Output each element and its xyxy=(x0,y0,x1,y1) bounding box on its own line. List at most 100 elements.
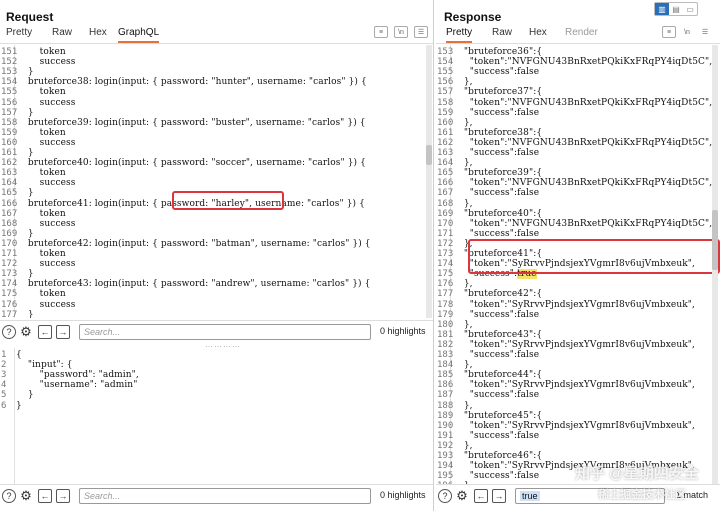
line-text: "bruteforce39":{ xyxy=(452,168,543,179)
gear-icon[interactable]: ⚙ xyxy=(19,324,33,339)
code-line: 178 "token":"SyRrvvPjndsjexYVgmrI8v6ujVm… xyxy=(436,300,712,310)
code-line: 151 token xyxy=(0,47,433,57)
line-number: 161 xyxy=(1,148,18,158)
line-number: 178 xyxy=(437,299,454,310)
split-horizontal-icon[interactable]: ▥ xyxy=(655,3,669,15)
line-number: 159 xyxy=(437,107,454,118)
back-arrow-icon[interactable]: ← xyxy=(38,325,52,339)
line-text: "success":false xyxy=(452,430,540,441)
pretty-print-icon[interactable]: ≡ xyxy=(374,26,388,38)
code-line: 172 success xyxy=(0,259,433,269)
code-line: 190 "token":"SyRrvvPjndsjexYVgmrI8v6ujVm… xyxy=(436,421,712,431)
request-panel: Request Pretty Raw Hex GraphQL ≡ \n ☰ 15… xyxy=(0,0,434,511)
menu-icon[interactable]: ☰ xyxy=(698,26,712,38)
line-text: "token":"NVFGNU43BnRxetPQkiKxFRqPY4iqDt5… xyxy=(452,178,712,189)
divider xyxy=(0,43,433,44)
line-text: "token":"NVFGNU43BnRxetPQkiKxFRqPY4iqDt5… xyxy=(452,218,712,229)
code-line: 193 "bruteforce46":{ xyxy=(436,451,712,461)
response-scrollbar[interactable] xyxy=(712,45,718,484)
tab-hex[interactable]: Hex xyxy=(529,27,547,41)
line-text: "bruteforce43":{ xyxy=(452,329,543,340)
code-line: 192 }, xyxy=(436,441,712,451)
help-icon[interactable]: ? xyxy=(2,325,16,339)
code-line: 153 } xyxy=(0,67,433,77)
line-number: 172 xyxy=(1,259,18,270)
code-line: 169 } xyxy=(0,229,433,239)
forward-arrow-icon[interactable]: → xyxy=(56,489,70,503)
line-number: 160 xyxy=(1,137,18,148)
line-number: 152 xyxy=(1,57,18,68)
code-line: 167 token xyxy=(0,209,433,219)
line-number: 164 xyxy=(437,158,454,169)
help-icon[interactable]: ? xyxy=(438,489,452,503)
line-text: "success":false xyxy=(452,228,540,239)
line-number: 173 xyxy=(437,249,454,259)
line-text: } xyxy=(16,400,22,411)
back-arrow-icon[interactable]: ← xyxy=(474,489,488,503)
line-text: }, xyxy=(452,117,473,128)
line-number: 195 xyxy=(437,471,454,482)
line-number: 179 xyxy=(437,309,454,320)
tab-pretty[interactable]: Pretty xyxy=(446,27,473,43)
query-editor[interactable]: 151 token 152 success 153 } 154 bruteforce3… xyxy=(0,45,433,318)
line-text: } xyxy=(16,269,34,280)
tab-pretty[interactable]: Pretty xyxy=(6,27,32,41)
line-text: } xyxy=(16,228,34,239)
tab-raw[interactable]: Raw xyxy=(52,27,72,41)
line-text: token xyxy=(16,47,66,57)
query-scrollbar-thumb[interactable] xyxy=(426,145,432,165)
query-footer: ? ⚙ ← → Search... 0 highlights xyxy=(0,320,433,342)
single-pane-icon[interactable]: ▭ xyxy=(683,3,697,15)
line-number: 153 xyxy=(437,47,454,57)
code-line: 158 "token":"NVFGNU43BnRxetPQkiKxFRqPY4i… xyxy=(436,98,712,108)
code-line: 162 "token":"NVFGNU43BnRxetPQkiKxFRqPY4i… xyxy=(436,138,712,148)
tab-render[interactable]: Render xyxy=(565,27,598,41)
line-number: 151 xyxy=(1,47,18,57)
line-number: 193 xyxy=(437,451,454,461)
line-number: 172 xyxy=(437,238,454,249)
split-vertical-icon[interactable]: ▤ xyxy=(669,3,683,15)
tab-graphql[interactable]: GraphQL xyxy=(118,27,160,43)
layout-toggle[interactable]: ▥ ▤ ▭ xyxy=(654,2,698,16)
line-text: "password": "admin", xyxy=(16,370,139,381)
code-line: 164 success xyxy=(0,178,433,188)
code-line: 180 }, xyxy=(436,320,712,330)
gear-icon[interactable]: ⚙ xyxy=(455,488,469,503)
back-arrow-icon[interactable]: ← xyxy=(38,489,52,503)
line-text: token xyxy=(16,87,66,98)
variables-search-input[interactable]: Search... xyxy=(79,488,371,504)
line-number: 175 xyxy=(1,289,18,300)
tab-hex[interactable]: Hex xyxy=(89,27,107,41)
code-line: 184 }, xyxy=(436,360,712,370)
line-text: bruteforce39: login(input: { password: "… xyxy=(16,117,366,128)
line-text: "bruteforce36":{ xyxy=(452,47,543,57)
variables-editor[interactable]: 1{2 "input": {3 "password": "admin", 4 "u… xyxy=(0,348,433,484)
forward-arrow-icon[interactable]: → xyxy=(56,325,70,339)
newline-toggle-icon[interactable]: \n xyxy=(394,26,408,38)
gear-icon[interactable]: ⚙ xyxy=(19,488,33,503)
forward-arrow-icon[interactable]: → xyxy=(492,489,506,503)
line-text: success xyxy=(16,137,76,148)
tab-raw[interactable]: Raw xyxy=(492,27,512,41)
pretty-print-icon[interactable]: ≡ xyxy=(662,26,676,38)
line-number: 168 xyxy=(1,218,18,229)
menu-icon[interactable]: ☰ xyxy=(414,26,428,38)
code-line: 171 "success":false xyxy=(436,229,712,239)
help-icon[interactable]: ? xyxy=(2,489,16,503)
response-scrollbar-thumb[interactable] xyxy=(712,210,718,270)
line-text: "bruteforce40":{ xyxy=(452,208,543,219)
query-scrollbar[interactable] xyxy=(426,45,432,318)
line-text: }, xyxy=(452,198,473,209)
code-line: 163 "success":false xyxy=(436,148,712,158)
line-text: "username": "admin" xyxy=(16,380,138,391)
line-number: 185 xyxy=(437,370,454,381)
newline-toggle-icon[interactable]: \n xyxy=(680,26,694,38)
line-text: success xyxy=(16,259,76,270)
line-number: 163 xyxy=(437,148,454,158)
line-text: "success":false xyxy=(452,148,540,158)
search-value: true xyxy=(520,491,540,501)
code-line: 162 bruteforce40: login(input: { passwor… xyxy=(0,158,433,168)
code-line: 2 "input": { xyxy=(0,360,433,370)
line-number: 165 xyxy=(437,168,454,179)
query-search-input[interactable]: Search... xyxy=(79,324,371,340)
